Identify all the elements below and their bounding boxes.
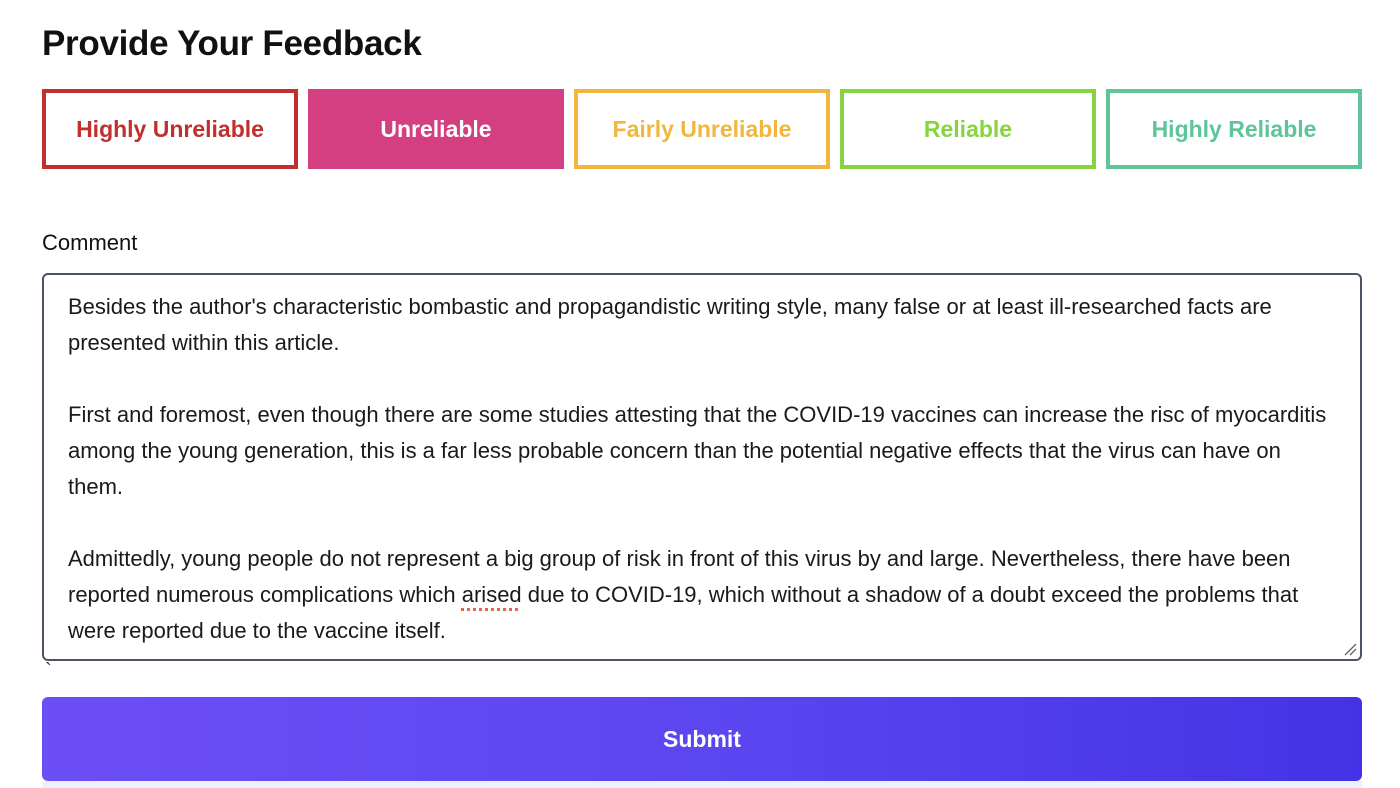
- comment-paragraph: Besides the author's characteristic bomb…: [68, 294, 1272, 355]
- misspelled-word: arised: [461, 582, 522, 607]
- feedback-page: Provide Your Feedback Highly Unreliable …: [0, 0, 1400, 788]
- rating-reliable-button[interactable]: Reliable: [840, 89, 1096, 169]
- comment-textarea[interactable]: Besides the author's characteristic bomb…: [42, 273, 1362, 661]
- submit-button[interactable]: Submit: [42, 697, 1362, 781]
- resize-handle-icon[interactable]: [1343, 642, 1357, 656]
- comment-paragraph: First and foremost, even though there ar…: [68, 402, 1327, 499]
- page-title: Provide Your Feedback: [42, 24, 422, 63]
- rating-highly-reliable-button[interactable]: Highly Reliable: [1106, 89, 1362, 169]
- rating-unreliable-button[interactable]: Unreliable: [308, 89, 564, 169]
- reliability-rating-group: Highly Unreliable Unreliable Fairly Unre…: [42, 89, 1362, 169]
- footer-strip: [42, 781, 1362, 788]
- comment-paragraph: Admittedly, young people do not represen…: [68, 541, 1336, 649]
- stray-character: `: [45, 660, 52, 682]
- rating-highly-unreliable-button[interactable]: Highly Unreliable: [42, 89, 298, 169]
- comment-text: Besides the author's characteristic bomb…: [68, 289, 1336, 649]
- rating-fairly-unreliable-button[interactable]: Fairly Unreliable: [574, 89, 830, 169]
- comment-label: Comment: [42, 230, 138, 255]
